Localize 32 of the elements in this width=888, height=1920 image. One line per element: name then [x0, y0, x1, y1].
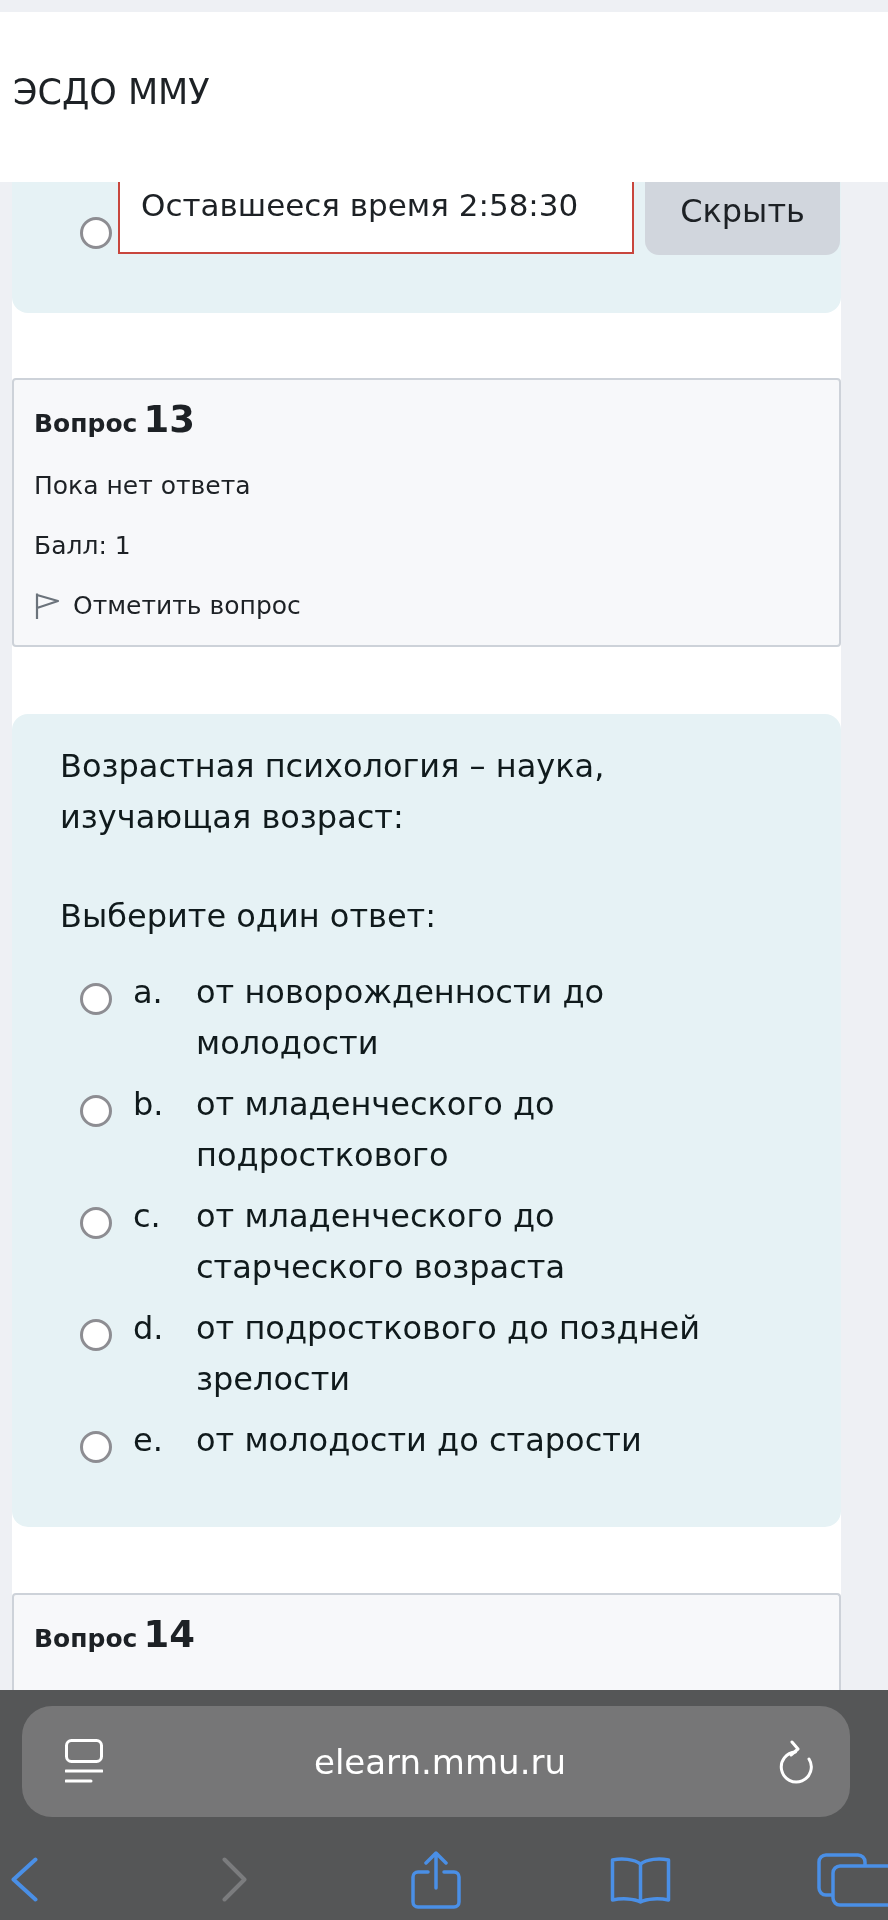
- radio-button[interactable]: [80, 1207, 112, 1239]
- reload-icon[interactable]: [777, 1739, 814, 1784]
- option-letter: e.: [133, 1420, 164, 1461]
- answer-prompt: Выберите один ответ:: [60, 896, 438, 937]
- flag-icon: [34, 592, 60, 620]
- option-text: от молодости до старости: [196, 1420, 642, 1461]
- share-icon[interactable]: [411, 1850, 461, 1909]
- book-icon[interactable]: [610, 1855, 671, 1904]
- radio-button[interactable]: [80, 1431, 112, 1463]
- question-heading: Вопрос 14: [34, 1613, 195, 1658]
- back-icon[interactable]: [10, 1857, 38, 1902]
- option-letter: c.: [133, 1196, 162, 1237]
- radio-button[interactable]: [80, 1095, 112, 1127]
- option-letter: d.: [133, 1308, 165, 1349]
- score-text: Балл: 1: [34, 530, 131, 562]
- radio-button[interactable]: [80, 1319, 112, 1351]
- tabs-icon[interactable]: [817, 1852, 888, 1907]
- radio-button[interactable]: [80, 217, 112, 249]
- forward-icon[interactable]: [222, 1857, 247, 1902]
- site-title[interactable]: ЭСДО ММУ: [13, 70, 210, 114]
- question-heading: Вопрос 13: [34, 398, 195, 443]
- option-letter: a.: [133, 972, 164, 1013]
- hide-button[interactable]: Скрыть: [645, 182, 840, 255]
- radio-button[interactable]: [80, 983, 112, 1015]
- timer-display: Оставшееся время 2:58:30: [118, 182, 634, 254]
- flag-question-link[interactable]: Отметить вопрос: [34, 586, 301, 626]
- reader-icon[interactable]: [65, 1739, 103, 1784]
- question-text: Возрастная психология – наука, изучающая возраст:: [60, 746, 606, 838]
- answer-status: Пока нет ответа: [34, 470, 251, 502]
- url-text: elearn.mmu.ru: [313, 1740, 567, 1784]
- option-letter: b.: [133, 1084, 165, 1125]
- address-bar[interactable]: elearn.mmu.ru: [22, 1706, 850, 1817]
